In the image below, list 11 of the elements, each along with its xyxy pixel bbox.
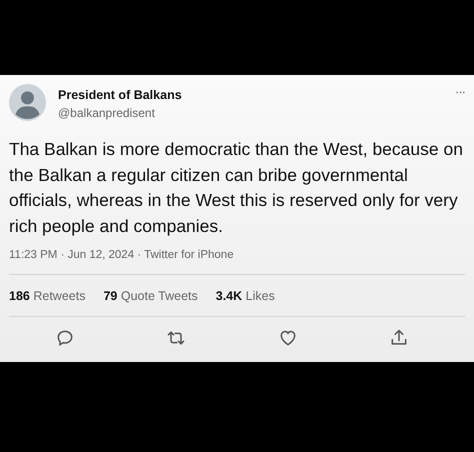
heart-icon[interactable] bbox=[278, 328, 298, 348]
author-handle[interactable]: @balkanpredisent bbox=[58, 106, 443, 120]
author-name[interactable]: President of Balkans bbox=[58, 88, 443, 102]
more-menu[interactable]: ··· bbox=[455, 84, 465, 99]
stat-link[interactable]: 186 Retweets bbox=[9, 289, 86, 303]
tweet-text: Tha Balkan is more democratic than the West, because on the Balkan a regular citizen can bribe governmental officials, whereas in the West this is reserved only for very rich people and companies. bbox=[9, 138, 464, 238]
avatar-icon[interactable] bbox=[9, 84, 46, 121]
stat-link[interactable]: 79 Quote Tweets bbox=[103, 289, 198, 303]
reply-icon[interactable] bbox=[54, 328, 75, 348]
tweet-timestamp: 11:23 PM · Jun 12, 2024 · Twitter for iPhone bbox=[9, 249, 235, 261]
stat-link[interactable]: 3.4K Likes bbox=[216, 289, 275, 303]
